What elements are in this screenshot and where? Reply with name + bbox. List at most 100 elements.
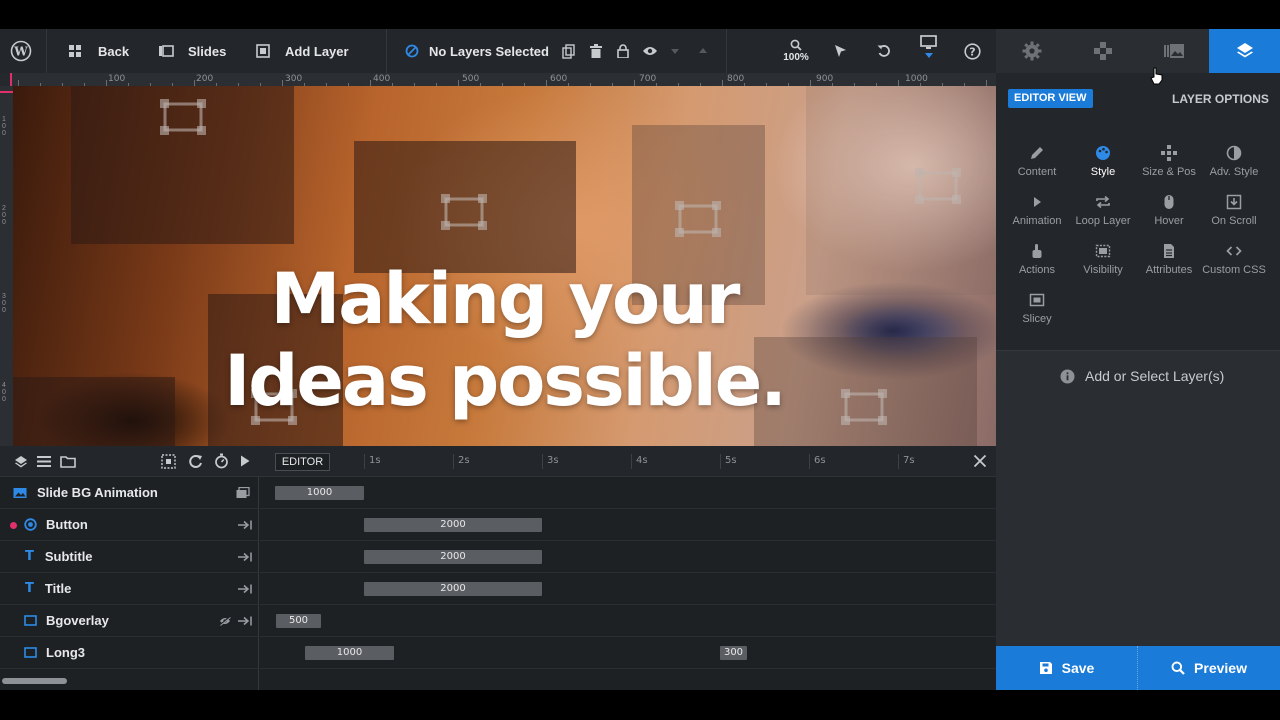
animation-frame-bar[interactable]: 2000 [364,518,542,532]
option-actions[interactable]: Actions [1004,241,1070,276]
rewind-icon[interactable] [188,454,203,469]
timeline-second-label: 4s [636,455,648,466]
editor-mode-label[interactable]: EDITOR [275,453,330,471]
editor-view-badge[interactable]: EDITOR VIEW [1008,89,1093,108]
option-label: Content [1017,166,1057,178]
animation-frame-bar[interactable]: 1000 [275,486,364,500]
tab-module-settings[interactable] [996,29,1067,73]
selection-dot-icon [10,522,17,529]
device-desktop-button[interactable] [920,29,937,73]
save-preview-bar: Save Preview [996,646,1280,690]
animation-frame-bar[interactable]: 300 [720,646,747,660]
timeline-layer-list: Slide BG Animation Button T Subtitle T T… [0,477,259,690]
timeline-layer-row[interactable]: Long3 [0,637,259,669]
empty-message-text: Add or Select Layer(s) [1085,368,1225,384]
slide-bg-icon [13,487,27,498]
image-icon[interactable] [236,487,250,499]
slide-canvas[interactable]: Making your Ideas possible. [13,86,996,446]
option-label: Style [1090,166,1116,178]
tab-slide-settings[interactable] [1138,29,1209,73]
collapse-arrow-icon[interactable] [238,520,252,530]
close-icon[interactable] [973,454,987,468]
select-tool-button[interactable] [833,29,847,73]
palette-icon [1096,146,1110,160]
layer-name: Title [44,581,72,596]
option-content[interactable]: Content [1004,143,1070,178]
tab-navigation[interactable] [1067,29,1138,73]
folder-icon[interactable] [60,455,76,468]
option-label: Size & Pos [1142,166,1196,178]
layers-icon[interactable] [14,455,28,469]
search-icon [1171,661,1185,675]
option-size-pos[interactable]: Size & Pos [1136,143,1202,178]
lock-button[interactable] [617,29,629,73]
headline-line-2[interactable]: Ideas possible. [13,340,996,422]
visibility-toggle-button[interactable] [642,29,658,73]
option-adv-style[interactable]: Adv. Style [1201,143,1267,178]
undo-button[interactable] [877,29,891,73]
duplicate-button[interactable] [562,29,576,73]
image-placeholder-icon [915,168,961,204]
tab-layer-settings[interactable] [1209,29,1280,73]
option-hover[interactable]: Hover [1136,192,1202,227]
animation-frame-bar[interactable]: 2000 [364,550,542,564]
layers-icon [1236,43,1253,58]
option-slicey[interactable]: Slicey [1004,290,1070,325]
select-area-icon[interactable] [161,454,176,469]
stopwatch-icon[interactable] [214,453,229,469]
image-placeholder-icon [160,99,206,135]
timeline-header: EDITOR 1s 2s 3s 4s 5s 6s 7s [0,446,996,477]
option-animation[interactable]: Animation [1004,192,1070,227]
timeline-track: 500 [260,605,996,637]
option-custom-css[interactable]: Custom CSS [1201,241,1267,276]
collapse-arrow-icon[interactable] [238,584,252,594]
save-button[interactable]: Save [996,646,1137,690]
image-layer[interactable] [354,141,576,273]
play-icon[interactable] [240,455,250,467]
animation-frame-bar[interactable]: 2000 [364,582,542,596]
eye-slash-icon[interactable] [219,616,231,626]
slides-icon [159,45,174,57]
ruler-label: 600 [550,74,568,84]
option-loop-layer[interactable]: Loop Layer [1070,192,1136,227]
add-layer-button[interactable]: Add Layer [256,29,349,73]
preview-button[interactable]: Preview [1138,646,1280,690]
timeline-layer-row[interactable]: T Subtitle [0,541,259,573]
wordpress-logo[interactable]: W [10,29,32,73]
timeline-track: 2000 [260,573,996,605]
help-button[interactable]: ? [964,29,981,73]
option-attributes[interactable]: Attributes [1136,241,1202,276]
headline-line-1[interactable]: Making your [13,258,996,340]
option-on-scroll[interactable]: On Scroll [1201,192,1267,227]
timeline-layer-row[interactable]: T Title [0,573,259,605]
layer-options-panel: EDITOR VIEW LAYER OPTIONS Content Style … [996,67,1280,646]
animation-frame-bar[interactable]: 1000 [305,646,394,660]
move-down-button[interactable] [670,29,680,73]
layer-options-heading: LAYER OPTIONS [1172,92,1269,106]
slides-button[interactable]: Slides [158,29,226,73]
collapse-arrow-icon[interactable] [238,616,252,626]
zoom-control[interactable]: 100% [780,29,812,73]
undo-icon [877,45,890,57]
animation-frame-bar[interactable]: 500 [276,614,321,628]
collapse-arrow-icon[interactable] [238,552,252,562]
gear-icon [1022,41,1041,61]
help-icon: ? [964,42,981,60]
option-label: Custom CSS [1202,264,1266,276]
wordpress-icon: W [10,40,32,62]
back-button[interactable]: Back [68,29,129,73]
timeline-layer-row[interactable]: Button [0,509,259,541]
image-layer[interactable] [71,86,294,244]
lock-icon [617,44,629,58]
move-up-button[interactable] [698,29,708,73]
option-visibility[interactable]: Visibility [1070,241,1136,276]
list-icon[interactable] [37,455,51,468]
dropdown-caret-icon [924,53,933,58]
timeline-layer-row[interactable]: Bgoverlay [0,605,259,637]
trash-icon [590,44,602,58]
layer-name: Subtitle [44,549,93,564]
option-style[interactable]: Style [1070,143,1136,178]
timeline-layer-row[interactable]: Slide BG Animation [0,477,259,509]
horizontal-scrollbar[interactable] [2,678,67,684]
delete-button[interactable] [590,29,602,73]
